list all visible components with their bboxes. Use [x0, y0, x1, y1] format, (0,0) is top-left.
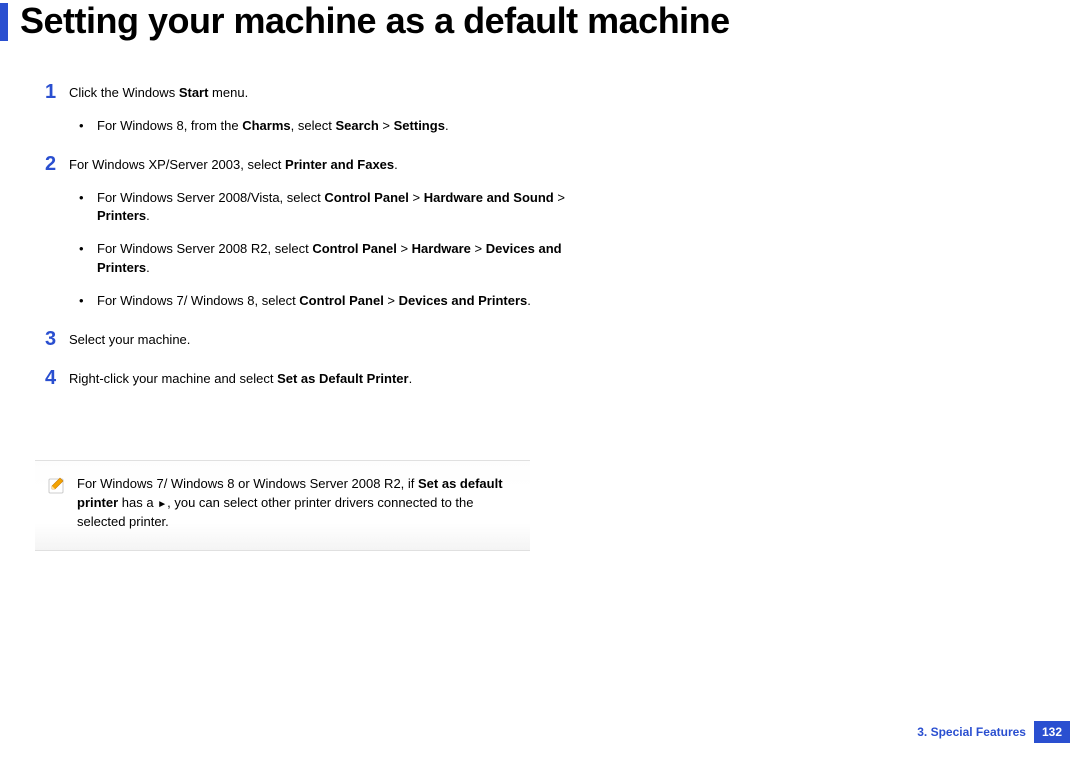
text-bold: Start [179, 85, 209, 100]
step-number: 1 [45, 82, 69, 150]
step-body: Select your machine. [69, 329, 585, 364]
text: Click the Windows [69, 85, 179, 100]
step-2: 2 For Windows XP/Server 2003, select Pri… [45, 154, 585, 325]
step-4: 4 Right-click your machine and select Se… [45, 368, 585, 403]
step-body: For Windows XP/Server 2003, select Print… [69, 154, 585, 325]
bullet-item: For Windows Server 2008 R2, select Contr… [69, 240, 585, 278]
step-1: 1 Click the Windows Start menu. For Wind… [45, 82, 585, 150]
bullet-item: For Windows Server 2008/Vista, select Co… [69, 189, 585, 227]
note-box: For Windows 7/ Windows 8 or Windows Serv… [35, 460, 530, 551]
step-number: 3 [45, 329, 69, 364]
page-number-badge: 132 [1034, 721, 1070, 743]
step-number: 2 [45, 154, 69, 325]
note-text: For Windows 7/ Windows 8 or Windows Serv… [77, 475, 518, 532]
instruction-content: 1 Click the Windows Start menu. For Wind… [45, 82, 585, 406]
bullet-item: For Windows 7/ Windows 8, select Control… [69, 292, 585, 311]
page-footer: 3. Special Features 132 [917, 721, 1070, 743]
text: menu. [208, 85, 248, 100]
step-number: 4 [45, 368, 69, 403]
triangle-right-icon: ► [157, 498, 167, 513]
step-3: 3 Select your machine. [45, 329, 585, 364]
page-title: Setting your machine as a default machin… [20, 0, 730, 42]
title-accent-bar [0, 3, 8, 41]
step-body: Right-click your machine and select Set … [69, 368, 585, 403]
bullet-item: For Windows 8, from the Charms, select S… [69, 117, 585, 136]
footer-chapter: 3. Special Features [917, 725, 1026, 739]
note-pencil-icon [47, 475, 67, 532]
step-body: Click the Windows Start menu. For Window… [69, 82, 585, 150]
